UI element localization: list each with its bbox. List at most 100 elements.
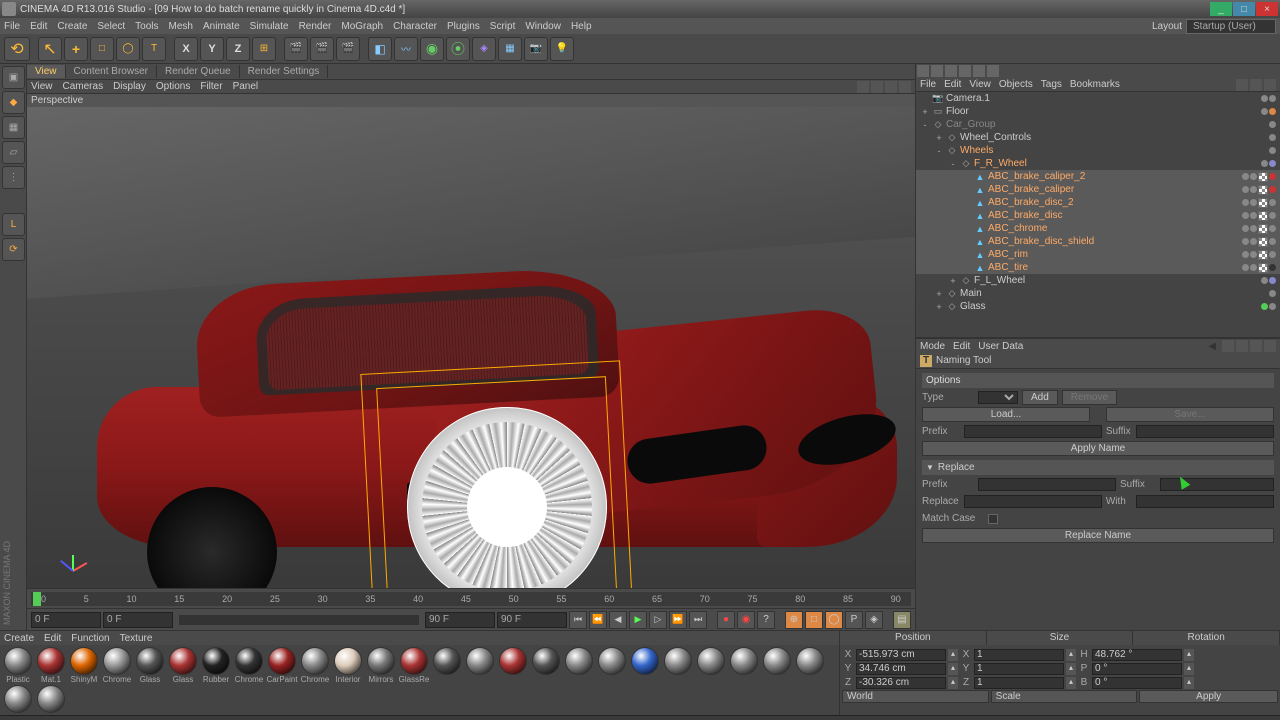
menu-select[interactable]: Select (97, 21, 125, 32)
minimize-button[interactable]: _ (1210, 2, 1232, 16)
tag-gd[interactable] (1250, 251, 1257, 258)
object-name[interactable]: ABC_brake_disc_2 (988, 197, 1074, 208)
spinner[interactable]: ▴ (1066, 677, 1076, 689)
deformer-tool[interactable]: ◈ (472, 37, 496, 61)
tree-twisty[interactable]: - (920, 120, 930, 130)
next-key[interactable]: ⏩ (669, 611, 687, 629)
omenu-objects[interactable]: Objects (999, 79, 1033, 90)
undo-button[interactable]: ⟲ (4, 37, 30, 61)
tag-or[interactable] (1269, 108, 1276, 115)
omenu-bookmarks[interactable]: Bookmarks (1070, 79, 1120, 90)
material-item[interactable]: Mirrors (365, 647, 397, 684)
material-item[interactable]: CarPaint (266, 647, 298, 684)
tag-gd[interactable] (1242, 238, 1249, 245)
object-name[interactable]: F_R_Wheel (974, 158, 1027, 169)
object-name[interactable]: Main (960, 288, 982, 299)
menu-window[interactable]: Window (525, 21, 561, 32)
prev-frame[interactable]: ◀ (609, 611, 627, 629)
tag-gd[interactable] (1242, 225, 1249, 232)
tag-rd[interactable] (1269, 186, 1276, 193)
tree-row[interactable]: ▲ABC_brake_caliper_2 (916, 170, 1280, 183)
amenu-edit[interactable]: Edit (953, 341, 970, 352)
camera-tool[interactable]: 📷 (524, 37, 548, 61)
render-region[interactable]: 🎬 (310, 37, 334, 61)
material-item[interactable] (761, 647, 793, 684)
tree-twisty[interactable]: + (920, 107, 930, 117)
tag-gd[interactable] (1269, 95, 1276, 102)
tag-gd[interactable] (1261, 95, 1268, 102)
spinner[interactable]: ▴ (1184, 677, 1194, 689)
tag-gn[interactable] (1261, 303, 1268, 310)
tree-row[interactable]: ▲ABC_brake_disc (916, 209, 1280, 222)
viewport-nav-1[interactable] (857, 81, 869, 93)
material-item[interactable]: Chrome (101, 647, 133, 684)
r-suffix-input[interactable] (1160, 478, 1274, 491)
r-with-input[interactable] (1136, 495, 1274, 508)
tag-chk[interactable] (1258, 172, 1268, 182)
tag-chk[interactable] (1258, 263, 1268, 273)
tree-twisty[interactable]: - (934, 146, 944, 156)
tag-chk[interactable] (1258, 224, 1268, 234)
goto-start[interactable]: ⏮ (569, 611, 587, 629)
mmenu-function[interactable]: Function (71, 633, 109, 644)
object-name[interactable]: ABC_tire (988, 262, 1028, 273)
tag-gd[interactable] (1261, 160, 1268, 167)
tag-gr[interactable] (1269, 238, 1276, 245)
tag-gd[interactable] (1250, 238, 1257, 245)
object-name[interactable]: ABC_brake_caliper_2 (988, 171, 1085, 182)
tag-gd[interactable] (1250, 173, 1257, 180)
material-item[interactable]: Chrome (299, 647, 331, 684)
material-item[interactable]: Glass (134, 647, 166, 684)
tree-row[interactable]: +◇Glass (916, 300, 1280, 313)
cube-primitive[interactable]: ◧ (368, 37, 392, 61)
menu-mesh[interactable]: Mesh (169, 21, 193, 32)
tree-twisty[interactable]: + (948, 276, 958, 286)
spline-primitive[interactable]: 〰 (394, 37, 418, 61)
attr-menu-icon[interactable] (1264, 340, 1276, 352)
material-item[interactable] (662, 647, 694, 684)
tag-sp[interactable] (1269, 277, 1276, 284)
save-button[interactable]: Save... (1106, 407, 1274, 422)
tag-gd[interactable] (1269, 147, 1276, 154)
omenu-view[interactable]: View (969, 79, 991, 90)
tag-gd[interactable] (1261, 108, 1268, 115)
model-mode[interactable]: ◆ (2, 91, 25, 114)
tag-gd[interactable] (1250, 264, 1257, 271)
rot-value[interactable]: 0 ° (1092, 663, 1182, 675)
tree-row[interactable]: -◇Car_Group (916, 118, 1280, 131)
spinner[interactable]: ▴ (1066, 663, 1076, 675)
vmenu-cameras[interactable]: Cameras (63, 81, 104, 92)
scale-tool[interactable]: □ (90, 37, 114, 61)
spinner[interactable]: ▴ (948, 649, 958, 661)
tag-gd[interactable] (1242, 251, 1249, 258)
timeline-window[interactable]: ▤ (893, 611, 911, 629)
type-selector[interactable] (978, 391, 1018, 404)
attr-search-icon[interactable] (1222, 340, 1234, 352)
replace-name-button[interactable]: Replace Name (922, 528, 1274, 543)
object-name[interactable]: Camera.1 (946, 93, 990, 104)
object-name[interactable]: Wheel_Controls (960, 132, 1031, 143)
tag-gr[interactable] (1269, 212, 1276, 219)
material-item[interactable]: Mat.1 (35, 647, 67, 684)
material-item[interactable] (794, 647, 826, 684)
panel-icon-3[interactable] (945, 65, 957, 77)
material-item[interactable]: ShinyM (68, 647, 100, 684)
tab-render-settings[interactable]: Render Settings (240, 65, 329, 78)
object-name[interactable]: Car_Group (946, 119, 995, 130)
menu-plugins[interactable]: Plugins (447, 21, 480, 32)
obj-search-icon[interactable] (1236, 79, 1248, 91)
point-mode[interactable]: ⋮ (2, 166, 25, 189)
material-item[interactable]: Glass (167, 647, 199, 684)
frame-end2[interactable] (497, 612, 567, 628)
menu-script[interactable]: Script (490, 21, 516, 32)
spinner[interactable]: ▴ (948, 663, 958, 675)
object-name[interactable]: ABC_brake_caliper (988, 184, 1074, 195)
material-item[interactable] (728, 647, 760, 684)
material-item[interactable]: Chrome (233, 647, 265, 684)
vmenu-display[interactable]: Display (113, 81, 146, 92)
match-case-checkbox[interactable] (988, 514, 998, 524)
last-tool[interactable]: T (142, 37, 166, 61)
y-axis-toggle[interactable]: Y (200, 37, 224, 61)
tree-row[interactable]: ▲ABC_tire (916, 261, 1280, 274)
maximize-button[interactable]: □ (1233, 2, 1255, 16)
